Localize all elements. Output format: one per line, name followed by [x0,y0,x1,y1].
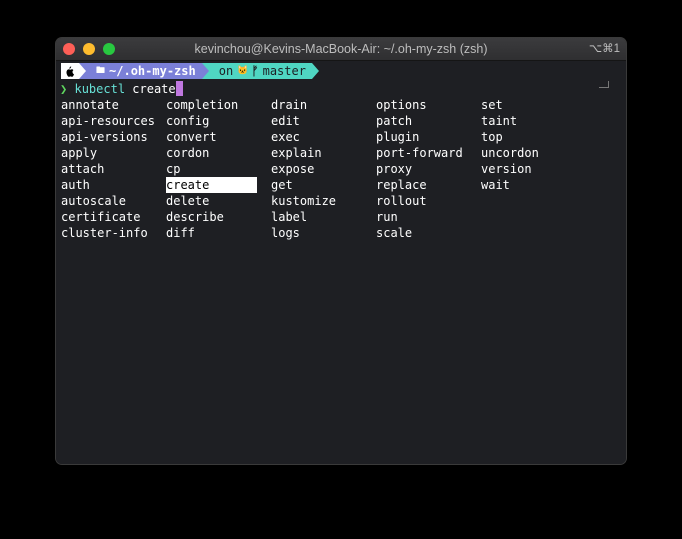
completion-item[interactable]: plugin [376,129,481,145]
tab-shortcut-label: ⌥⌘1 [588,43,620,55]
branch-icon: ᚠ [251,64,259,78]
completion-item[interactable]: exec [271,129,376,145]
prompt-chevron-icon: ❯ [60,82,68,96]
apple-logo-icon [61,63,79,79]
completion-item[interactable]: certificate [61,209,166,225]
completion-item[interactable]: run [376,209,481,225]
completion-item[interactable]: wait [481,177,586,193]
completion-list: annotate api-resources api-versions apply at… [61,97,586,241]
command-program: kubectl [74,82,126,96]
completion-item[interactable]: delete [166,193,271,209]
command-line[interactable]: ❯ kubectl create [60,81,183,97]
completion-item[interactable]: diff [166,225,271,241]
completion-item[interactable]: attach [61,161,166,177]
git-segment: on 🐱 ᚠ master [208,63,312,79]
completion-item[interactable]: explain [271,145,376,161]
terminal-window: kevinchou@Kevins-MacBook-Air: ~/.oh-my-z… [56,38,626,464]
completion-item[interactable]: scale [376,225,481,241]
completion-item[interactable]: options [376,97,481,113]
terminal-content[interactable]: 🖿 ~/.oh-my-zsh on 🐱 ᚠ master ❯ kubectl c… [56,61,626,464]
completion-item[interactable]: autoscale [61,193,166,209]
completion-item[interactable]: patch [376,113,481,129]
git-prefix: on [218,64,234,78]
completion-item[interactable]: set [481,97,586,113]
powerline-prompt: 🖿 ~/.oh-my-zsh on 🐱 ᚠ master [61,63,319,79]
completion-item[interactable]: replace [376,177,481,193]
completion-item[interactable]: annotate [61,97,166,113]
folder-icon: 🖿 [96,66,106,76]
completion-item[interactable]: drain [271,97,376,113]
completion-item[interactable]: describe [166,209,271,225]
completion-item[interactable]: logs [271,225,376,241]
completion-item[interactable]: convert [166,129,271,145]
segment-separator [311,63,319,79]
completion-item[interactable]: version [481,161,586,177]
completion-item[interactable]: edit [271,113,376,129]
segment-separator [79,63,86,79]
current-directory: ~/.oh-my-zsh [109,64,196,78]
completion-item[interactable]: cluster-info [61,225,166,241]
segment-separator [201,63,209,79]
completion-item[interactable]: label [271,209,376,225]
completion-item[interactable]: apply [61,145,166,161]
command-argument: create [132,82,176,96]
completion-item[interactable]: completion [166,97,271,113]
completion-item[interactable]: auth [61,177,166,193]
completion-item-selected[interactable]: create [166,177,257,193]
completion-item[interactable]: taint [481,113,586,129]
resize-corner-icon [599,81,609,88]
completion-item[interactable]: config [166,113,271,129]
completion-item[interactable]: expose [271,161,376,177]
completion-item[interactable]: uncordon [481,145,586,161]
completion-item[interactable]: cp [166,161,271,177]
directory-segment: 🖿 ~/.oh-my-zsh [86,63,202,79]
completion-item[interactable]: get [271,177,376,193]
completion-item[interactable]: cordon [166,145,271,161]
completion-item[interactable]: rollout [376,193,481,209]
completion-item[interactable]: api-versions [61,129,166,145]
completion-item[interactable]: top [481,129,586,145]
completion-item[interactable]: api-resources [61,113,166,129]
completion-item[interactable]: port-forward [376,145,481,161]
title-bar[interactable]: kevinchou@Kevins-MacBook-Air: ~/.oh-my-z… [56,38,626,61]
window-title: kevinchou@Kevins-MacBook-Air: ~/.oh-my-z… [194,42,488,56]
git-branch: master [262,64,306,78]
text-cursor [175,81,183,96]
github-cat-icon: 🐱 [237,66,249,76]
completion-item[interactable]: kustomize [271,193,376,209]
completion-item[interactable]: proxy [376,161,481,177]
